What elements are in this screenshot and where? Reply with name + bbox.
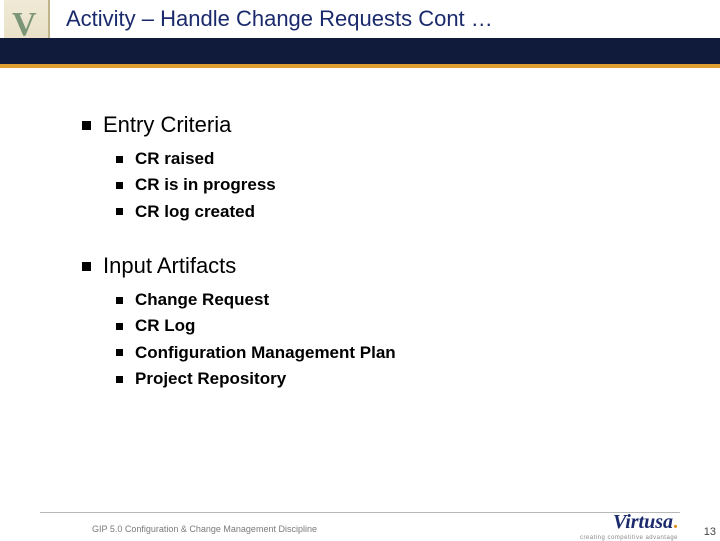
list-item-label: Change Request — [135, 287, 269, 313]
section-heading-label: Entry Criteria — [103, 112, 231, 138]
square-bullet-icon — [116, 182, 123, 189]
list-item: CR Log — [116, 313, 680, 339]
square-bullet-icon — [116, 376, 123, 383]
square-bullet-icon — [116, 349, 123, 356]
list-item-label: CR is in progress — [135, 172, 276, 198]
square-bullet-icon — [116, 156, 123, 163]
slide-title: Activity – Handle Change Requests Cont … — [66, 6, 493, 32]
section-heading-entry-criteria: Entry Criteria — [82, 112, 680, 138]
section-heading-label: Input Artifacts — [103, 253, 236, 279]
list-item: Project Repository — [116, 366, 680, 392]
footer-discipline: GIP 5.0 Configuration & Change Managemen… — [92, 524, 317, 534]
list-item-label: Project Repository — [135, 366, 286, 392]
list-item-label: CR log created — [135, 199, 255, 225]
company-logo: Virtusa. — [613, 511, 678, 534]
footer-divider — [40, 512, 680, 513]
company-tagline: creating competitive advantage — [580, 535, 678, 541]
list-item-label: Configuration Management Plan — [135, 340, 396, 366]
list-item: CR log created — [116, 199, 680, 225]
section-heading-input-artifacts: Input Artifacts — [82, 253, 680, 279]
title-underline — [0, 38, 720, 64]
square-bullet-icon — [82, 121, 91, 130]
page-number: 13 — [704, 526, 716, 538]
square-bullet-icon — [82, 262, 91, 271]
input-artifacts-list: Change Request CR Log Configuration Mana… — [116, 287, 680, 392]
list-item: CR raised — [116, 146, 680, 172]
list-item-label: CR Log — [135, 313, 195, 339]
slide-content: Entry Criteria CR raised CR is in progre… — [82, 112, 680, 420]
square-bullet-icon — [116, 208, 123, 215]
list-item: CR is in progress — [116, 172, 680, 198]
square-bullet-icon — [116, 323, 123, 330]
list-item: Change Request — [116, 287, 680, 313]
slide-footer: GIP 5.0 Configuration & Change Managemen… — [0, 508, 720, 540]
list-item-label: CR raised — [135, 146, 214, 172]
entry-criteria-list: CR raised CR is in progress CR log creat… — [116, 146, 680, 225]
square-bullet-icon — [116, 297, 123, 304]
list-item: Configuration Management Plan — [116, 340, 680, 366]
slide-header: Activity – Handle Change Requests Cont … — [0, 0, 720, 64]
